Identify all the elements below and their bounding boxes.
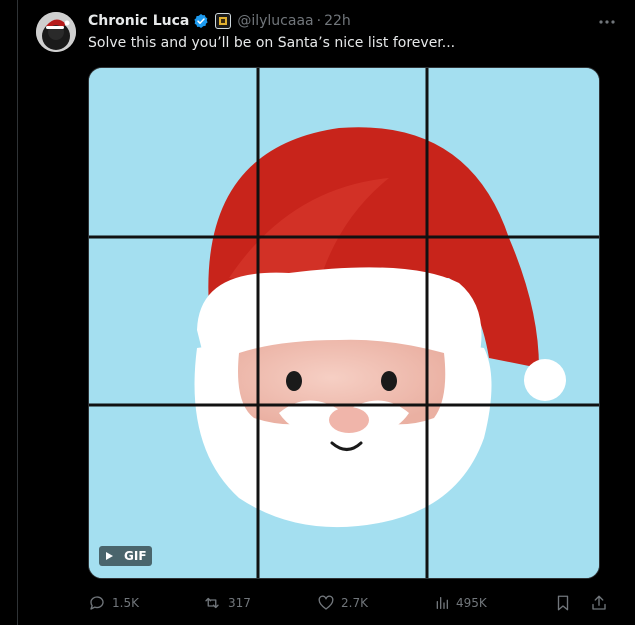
like-count: 2.7K [341,596,368,610]
timestamp[interactable]: 22h [324,13,351,29]
play-icon[interactable] [99,546,119,566]
verified-badge-icon [193,13,209,29]
separator: · [316,13,322,29]
tweet-header: Chronic Luca @ilylucaaa · 22h [88,11,351,31]
views-icon [436,597,448,609]
repost-count: 317 [228,596,251,610]
avatar[interactable] [36,12,76,52]
author-handle[interactable]: @ilylucaaa [237,13,313,29]
like-button[interactable]: 2.7K [317,592,368,614]
heart-icon [318,595,334,610]
tweet-card[interactable]: Chronic Luca @ilylucaaa · 22h Solve this… [17,0,635,625]
share-button[interactable] [590,592,614,614]
bookmark-icon [557,595,569,611]
repost-icon [205,597,219,609]
reply-count: 1.5K [112,596,139,610]
repost-button[interactable]: 317 [202,592,251,614]
santa-puzzle-image [89,68,599,578]
bookmark-button[interactable] [554,592,578,614]
more-dots-icon[interactable] [597,12,617,32]
affiliate-badge-icon[interactable] [215,13,232,29]
views-count: 495K [456,596,487,610]
display-name[interactable]: Chronic Luca [88,13,189,29]
tweet-media-gif[interactable]: GIF [88,67,600,579]
gif-badge[interactable]: GIF [99,546,152,566]
reply-button[interactable]: 1.5K [88,592,139,614]
gif-label: GIF [119,546,152,566]
reply-icon [90,596,104,610]
share-icon [592,595,606,610]
action-bar: 1.5K 317 2.7K 495K [88,592,616,614]
views-button[interactable]: 495K [434,592,487,614]
tweet-text: Solve this and you’ll be on Santa’s nice… [88,35,456,51]
